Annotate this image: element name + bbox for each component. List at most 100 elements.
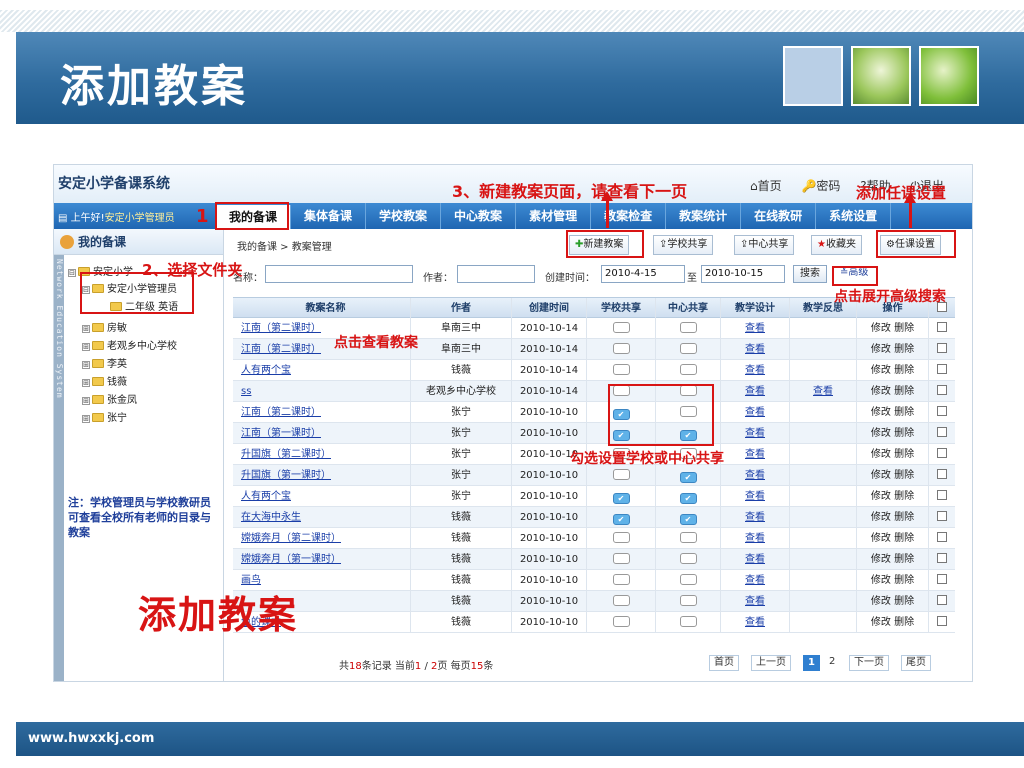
next-page-button[interactable]: 下一页 bbox=[849, 655, 889, 671]
nav-group-lessons[interactable]: 集体备课 bbox=[291, 203, 367, 229]
school-share-toggle[interactable] bbox=[612, 493, 630, 504]
row-actions[interactable]: 修改 删除 bbox=[857, 549, 929, 570]
name-input[interactable] bbox=[265, 265, 413, 283]
row-checkbox[interactable] bbox=[937, 343, 947, 353]
center-share-toggle[interactable] bbox=[679, 493, 697, 504]
view-design-link[interactable]: 查看 bbox=[745, 596, 765, 607]
school-share-toggle[interactable] bbox=[612, 532, 630, 543]
nav-online-research[interactable]: 在线教研 bbox=[741, 203, 817, 229]
plan-name-link[interactable]: 江南（第一课时） bbox=[241, 428, 321, 439]
row-actions[interactable]: 修改 删除 bbox=[857, 591, 929, 612]
school-share-toggle[interactable] bbox=[612, 322, 630, 333]
center-share-toggle[interactable] bbox=[679, 364, 697, 375]
view-design-link[interactable]: 查看 bbox=[745, 491, 765, 502]
school-share-toggle[interactable] bbox=[612, 343, 630, 354]
view-design-link[interactable]: 查看 bbox=[745, 323, 765, 334]
center-share-toggle[interactable] bbox=[679, 616, 697, 627]
view-design-link[interactable]: 查看 bbox=[745, 575, 765, 586]
plan-name-link[interactable]: 江南（第二课时） bbox=[241, 323, 321, 334]
plan-name-link[interactable]: 嫦娥奔月（第一课时） bbox=[241, 554, 341, 565]
from-date-input[interactable]: 2010-4-15 bbox=[601, 265, 685, 283]
plan-name-link[interactable]: 升国旗（第二课时） bbox=[241, 449, 331, 460]
center-share-toggle[interactable] bbox=[679, 322, 697, 333]
row-checkbox[interactable] bbox=[937, 595, 947, 605]
school-share-button[interactable]: ⇪学校共享 bbox=[653, 235, 714, 255]
center-share-toggle[interactable] bbox=[679, 553, 697, 564]
tree-node[interactable]: ⊞ 张金凤 bbox=[82, 391, 137, 406]
row-checkbox[interactable] bbox=[937, 385, 947, 395]
first-page-button[interactable]: 首页 bbox=[709, 655, 739, 671]
row-actions[interactable]: 修改 删除 bbox=[857, 528, 929, 549]
row-actions[interactable]: 修改 删除 bbox=[857, 570, 929, 591]
center-share-toggle[interactable] bbox=[679, 595, 697, 606]
row-actions[interactable]: 修改 删除 bbox=[857, 444, 929, 465]
school-share-toggle[interactable] bbox=[612, 574, 630, 585]
row-actions[interactable]: 修改 删除 bbox=[857, 465, 929, 486]
view-design-link[interactable]: 查看 bbox=[745, 554, 765, 565]
row-actions[interactable]: 修改 删除 bbox=[857, 360, 929, 381]
page-1-button[interactable]: 1 bbox=[803, 655, 820, 671]
center-share-toggle[interactable] bbox=[679, 472, 697, 483]
row-checkbox[interactable] bbox=[937, 574, 947, 584]
last-page-button[interactable]: 尾页 bbox=[901, 655, 931, 671]
home-link[interactable]: ⌂首页 bbox=[750, 179, 782, 193]
prev-page-button[interactable]: 上一页 bbox=[751, 655, 791, 671]
nav-school-plans[interactable]: 学校教案 bbox=[366, 203, 442, 229]
to-date-input[interactable]: 2010-10-15 bbox=[701, 265, 785, 283]
school-share-toggle[interactable] bbox=[612, 595, 630, 606]
school-share-toggle[interactable] bbox=[612, 364, 630, 375]
plan-name-link[interactable]: 在大海中永生 bbox=[241, 512, 301, 523]
school-share-toggle[interactable] bbox=[612, 469, 630, 480]
row-actions[interactable]: 修改 删除 bbox=[857, 318, 929, 339]
row-checkbox[interactable] bbox=[937, 427, 947, 437]
center-share-toggle[interactable] bbox=[679, 574, 697, 585]
center-share-toggle[interactable] bbox=[679, 343, 697, 354]
row-actions[interactable]: 修改 删除 bbox=[857, 423, 929, 444]
school-share-toggle[interactable] bbox=[612, 553, 630, 564]
plan-name-link[interactable]: 升国旗（第一课时） bbox=[241, 470, 331, 481]
view-reflection-link[interactable]: 查看 bbox=[813, 386, 833, 397]
tree-node[interactable]: ⊞ 钱薇 bbox=[82, 373, 127, 388]
view-design-link[interactable]: 查看 bbox=[745, 617, 765, 628]
favorites-button[interactable]: ★收藏夹 bbox=[811, 235, 862, 255]
row-checkbox[interactable] bbox=[937, 322, 947, 332]
school-share-toggle[interactable] bbox=[612, 514, 630, 525]
row-checkbox[interactable] bbox=[937, 448, 947, 458]
tree-node[interactable]: ⊞ 老观乡中心学校 bbox=[82, 337, 177, 352]
view-design-link[interactable]: 查看 bbox=[745, 344, 765, 355]
center-share-toggle[interactable] bbox=[679, 514, 697, 525]
view-design-link[interactable]: 查看 bbox=[745, 470, 765, 481]
center-share-button[interactable]: ⇪中心共享 bbox=[734, 235, 795, 255]
row-checkbox[interactable] bbox=[937, 406, 947, 416]
view-design-link[interactable]: 查看 bbox=[745, 428, 765, 439]
row-checkbox[interactable] bbox=[937, 511, 947, 521]
view-design-link[interactable]: 查看 bbox=[745, 533, 765, 544]
plan-name-link[interactable]: 江南（第二课时） bbox=[241, 344, 321, 355]
row-checkbox[interactable] bbox=[937, 532, 947, 542]
tree-node[interactable]: ⊞ 房敏 bbox=[82, 319, 127, 334]
row-actions[interactable]: 修改 删除 bbox=[857, 402, 929, 423]
tree-node[interactable]: ⊞ 李英 bbox=[82, 355, 127, 370]
row-checkbox[interactable] bbox=[937, 364, 947, 374]
row-actions[interactable]: 修改 删除 bbox=[857, 339, 929, 360]
row-actions[interactable]: 修改 删除 bbox=[857, 486, 929, 507]
page-2-button[interactable]: 2 bbox=[825, 655, 839, 671]
view-design-link[interactable]: 查看 bbox=[745, 512, 765, 523]
nav-system-settings[interactable]: 系统设置 bbox=[816, 203, 892, 229]
view-design-link[interactable]: 查看 bbox=[745, 386, 765, 397]
row-checkbox[interactable] bbox=[937, 490, 947, 500]
author-input[interactable] bbox=[457, 265, 535, 283]
password-link[interactable]: 🔑密码 bbox=[801, 179, 840, 193]
row-actions[interactable]: 修改 删除 bbox=[857, 381, 929, 402]
row-checkbox[interactable] bbox=[937, 616, 947, 626]
center-share-toggle[interactable] bbox=[679, 532, 697, 543]
school-share-toggle[interactable] bbox=[612, 616, 630, 627]
search-button[interactable]: 搜索 bbox=[793, 265, 827, 283]
row-actions[interactable]: 修改 删除 bbox=[857, 507, 929, 528]
tree-node[interactable]: ⊞ 张宁 bbox=[82, 409, 127, 424]
row-checkbox[interactable] bbox=[937, 553, 947, 563]
plan-name-link[interactable]: 江南（第二课时） bbox=[241, 407, 321, 418]
view-design-link[interactable]: 查看 bbox=[745, 407, 765, 418]
view-design-link[interactable]: 查看 bbox=[745, 365, 765, 376]
view-design-link[interactable]: 查看 bbox=[745, 449, 765, 460]
